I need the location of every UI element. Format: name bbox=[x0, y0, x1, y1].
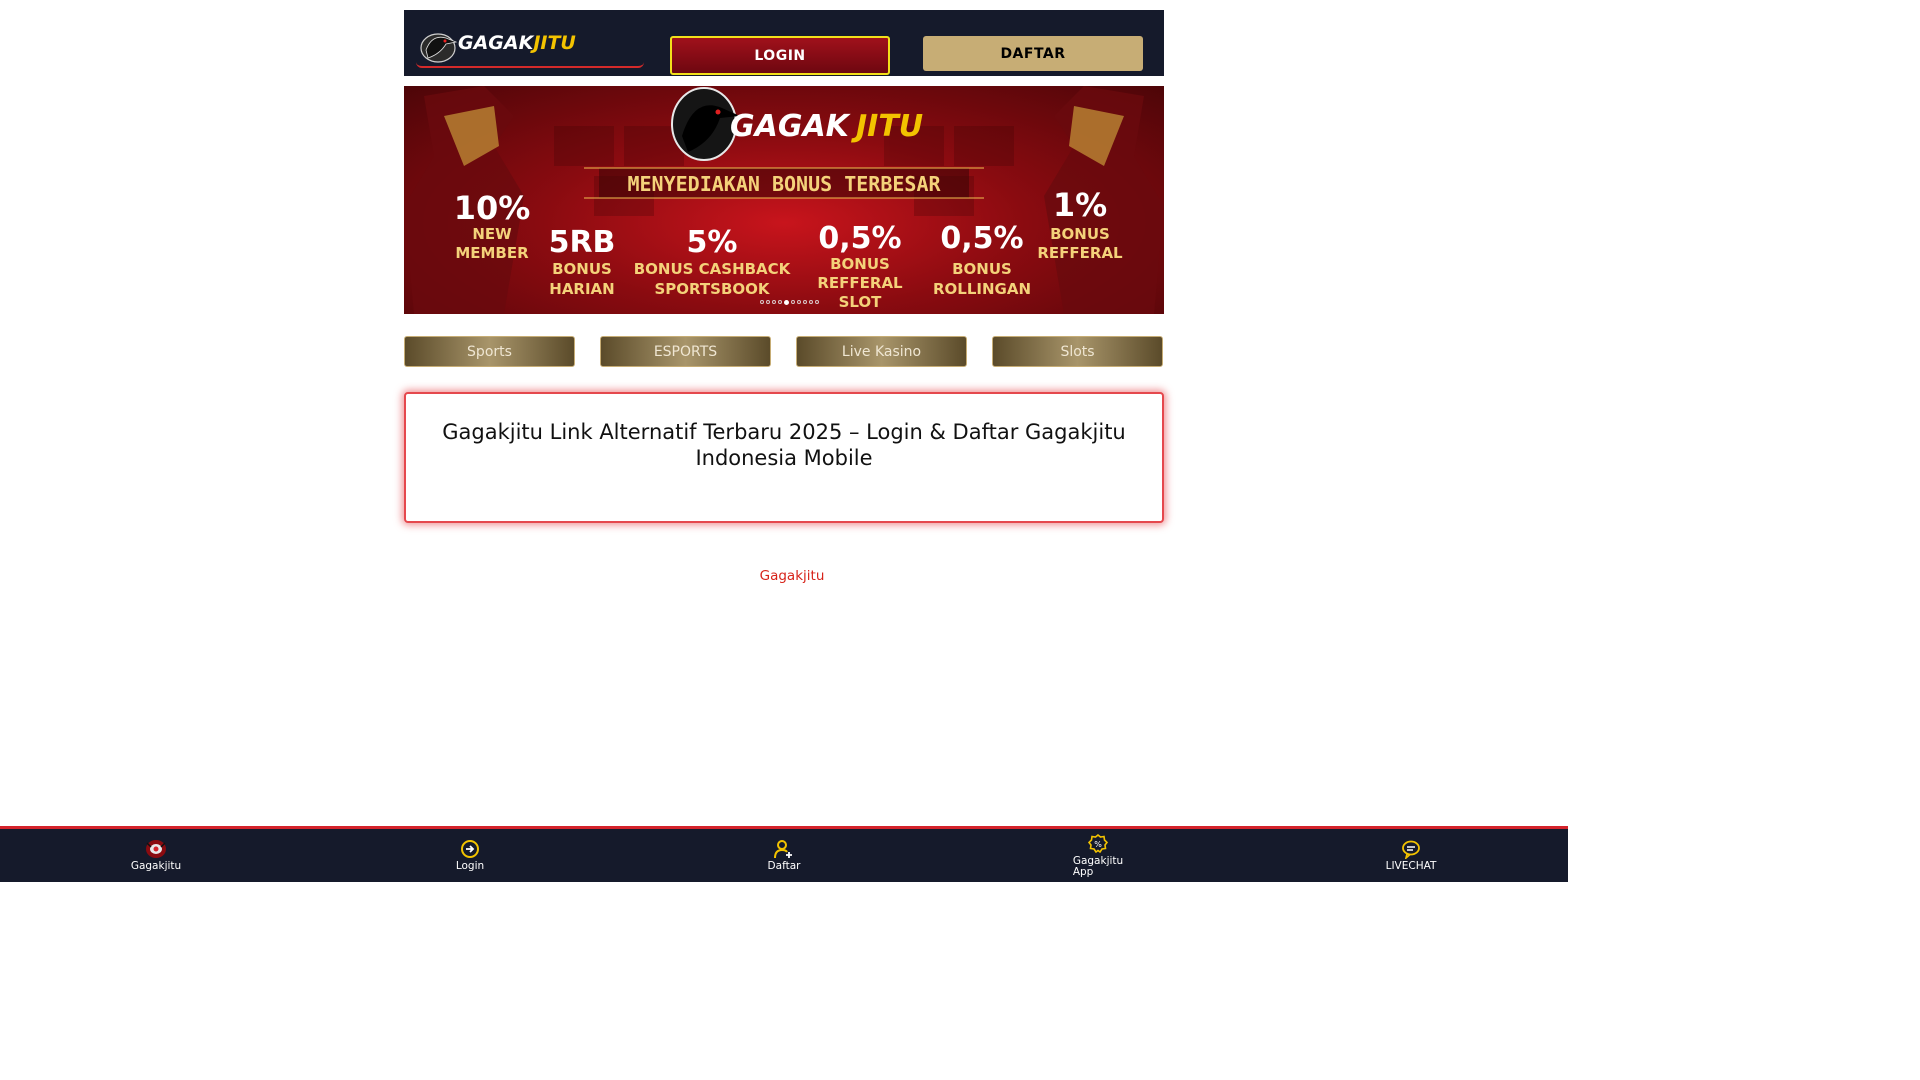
promo-line: BONUS bbox=[552, 260, 612, 278]
logo-wordmark: GAGAKJITU bbox=[458, 32, 576, 54]
slider-dot[interactable] bbox=[797, 300, 801, 304]
slider-dot[interactable] bbox=[778, 300, 782, 304]
banner-artwork: GAGAK JITU MENYEDIAKAN BONUS TERBESAR 10… bbox=[404, 86, 1164, 314]
promo-value: 5% bbox=[687, 225, 738, 260]
banner-brand-white: GAGAK bbox=[730, 109, 852, 144]
login-button[interactable]: LOGIN bbox=[670, 36, 890, 75]
promo-line: BONUS bbox=[952, 260, 1012, 278]
page-title: Gagakjitu Link Alternatif Terbaru 2025 –… bbox=[442, 420, 1126, 470]
nav-label: Gagakjitu bbox=[130, 860, 182, 872]
slider-dot[interactable] bbox=[760, 300, 764, 304]
promo-value: 0,5% bbox=[940, 221, 1023, 256]
register-button[interactable]: DAFTAR bbox=[923, 36, 1143, 71]
promo-value: 10% bbox=[454, 189, 531, 227]
banner-headline: MENYEDIAKAN BONUS TERBESAR bbox=[627, 172, 941, 196]
login-arrow-icon bbox=[461, 840, 479, 858]
logo-text-yellow: JITU bbox=[533, 32, 576, 54]
promo-line: HARIAN bbox=[549, 280, 614, 298]
nav-label: Login bbox=[455, 860, 485, 872]
slider-dot[interactable] bbox=[809, 300, 813, 304]
promo-line: SLOT bbox=[839, 293, 883, 311]
promo-value: 5RB bbox=[549, 225, 616, 260]
promo-value: 0,5% bbox=[818, 221, 901, 256]
crow-logo-icon bbox=[420, 33, 458, 63]
top-header: GAGAKJITU LOGIN DAFTAR bbox=[404, 10, 1164, 76]
promo-badge-icon: % bbox=[1088, 833, 1108, 853]
add-user-icon bbox=[774, 840, 792, 859]
nav-item-home[interactable]: Gagakjitu bbox=[116, 829, 196, 882]
promo-line: BONUS bbox=[1050, 225, 1110, 243]
nav-label: Daftar bbox=[767, 860, 801, 872]
nav-item-livechat[interactable]: LIVECHAT bbox=[1371, 829, 1451, 882]
category-esports-button[interactable]: ESPORTS bbox=[600, 336, 771, 367]
nav-item-register[interactable]: Daftar bbox=[744, 829, 824, 882]
category-sports-button[interactable]: Sports bbox=[404, 336, 575, 367]
promo-line: NEW bbox=[472, 225, 512, 243]
logo-text-white: GAGAK bbox=[458, 32, 534, 54]
content-card: Gagakjitu Link Alternatif Terbaru 2025 –… bbox=[404, 392, 1164, 523]
footer-brand-link[interactable]: Gagakjitu bbox=[0, 568, 1584, 584]
nav-item-app[interactable]: % Gagakjitu App bbox=[1058, 829, 1138, 882]
promo-line: MEMBER bbox=[455, 244, 529, 262]
slider-dot[interactable] bbox=[815, 300, 819, 304]
promo-value: 1% bbox=[1053, 186, 1107, 224]
nav-label: Gagakjitu App bbox=[1072, 854, 1124, 878]
site-logo[interactable]: GAGAKJITU bbox=[416, 24, 644, 68]
promo-line: BONUS bbox=[830, 255, 890, 273]
promo-line: BONUS CASHBACK bbox=[634, 260, 792, 278]
slider-dot[interactable] bbox=[803, 300, 807, 304]
slider-dot[interactable] bbox=[766, 300, 770, 304]
slider-dot[interactable] bbox=[772, 300, 776, 304]
promo-line: REFFERAL bbox=[817, 274, 903, 292]
chat-icon bbox=[1402, 840, 1420, 859]
category-slots-button[interactable]: Slots bbox=[992, 336, 1163, 367]
promo-line: SPORTSBOOK bbox=[654, 280, 770, 298]
slider-dot[interactable] bbox=[791, 300, 795, 304]
category-live-casino-button[interactable]: Live Kasino bbox=[796, 336, 967, 367]
banner-brand-yellow: JITU bbox=[851, 109, 923, 144]
slider-dot[interactable] bbox=[784, 300, 789, 305]
nav-label: LIVECHAT bbox=[1385, 860, 1437, 872]
promo-line: ROLLINGAN bbox=[933, 280, 1031, 298]
svg-text:%: % bbox=[1094, 840, 1102, 849]
slider-dots[interactable] bbox=[760, 300, 819, 305]
promo-line: REFFERAL bbox=[1037, 244, 1123, 262]
nav-item-login[interactable]: Login bbox=[430, 829, 510, 882]
home-logo-icon bbox=[146, 840, 166, 858]
promo-banner[interactable]: GAGAK JITU MENYEDIAKAN BONUS TERBESAR 10… bbox=[404, 86, 1164, 314]
bottom-navigation: Gagakjitu Login Daftar % Gagakjitu App L… bbox=[0, 826, 1568, 882]
